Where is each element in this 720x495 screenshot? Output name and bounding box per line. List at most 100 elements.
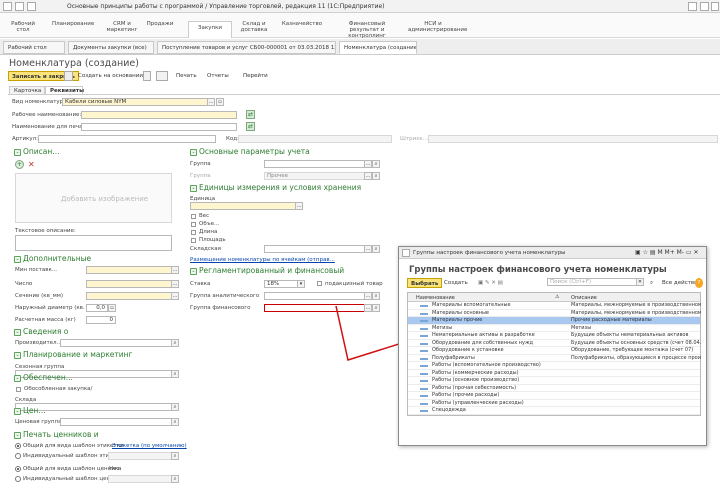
- minimize-icon[interactable]: [688, 2, 697, 11]
- table-row[interactable]: Метизы Метизы: [408, 325, 700, 332]
- attach-icon[interactable]: [156, 71, 168, 81]
- cells-link[interactable]: Размещение номенклатуры по ячейкам (отпр…: [190, 257, 335, 263]
- section-purchases[interactable]: Закупки: [188, 21, 232, 38]
- price-group-search-icon[interactable]: ⌕: [171, 418, 179, 426]
- table-row[interactable]: Работы (коммерческие расходы): [408, 370, 700, 377]
- back-icon[interactable]: [15, 2, 24, 11]
- table-row[interactable]: Оборудование к установке Оборудование, тр…: [408, 347, 700, 355]
- save-icon[interactable]: [64, 71, 73, 81]
- obesp-group[interactable]: ⌄ Обеспечен...: [14, 373, 73, 382]
- popup-action-icons[interactable]: ▣ ✎ ✕ ▤: [475, 278, 523, 288]
- proizv-search-icon[interactable]: ⌕: [171, 339, 179, 347]
- sklad-search-icon[interactable]: ⌕: [171, 403, 179, 411]
- forward-icon[interactable]: [27, 2, 36, 11]
- col-desc[interactable]: Описание: [571, 295, 597, 301]
- obem-checkbox[interactable]: [191, 222, 196, 227]
- radio-individual-label-template[interactable]: [15, 453, 21, 459]
- table-row[interactable]: Работы (прочая себестоимость): [408, 385, 700, 392]
- work-name-field[interactable]: [81, 111, 237, 119]
- group-field[interactable]: [264, 160, 365, 168]
- radio-common-label-template[interactable]: [15, 443, 21, 449]
- units-group[interactable]: ⌄ Единицы измерения и условия хранения: [190, 183, 361, 192]
- skladskaya-search-icon[interactable]: ⌕: [372, 245, 380, 253]
- svedenia-group[interactable]: ⌄ Сведения о: [14, 327, 68, 336]
- analit-select[interactable]: …: [364, 292, 372, 300]
- tab-purchase-docs[interactable]: Документы закупки (все): [68, 41, 154, 54]
- vid-select[interactable]: …: [207, 98, 215, 106]
- sort-icon[interactable]: ⚠: [555, 294, 559, 300]
- text-desc-field[interactable]: [15, 235, 172, 251]
- group-search-icon[interactable]: ⌕: [372, 160, 380, 168]
- season-search-icon[interactable]: ⌕: [171, 370, 179, 378]
- dlina-checkbox[interactable]: [191, 230, 196, 235]
- fin-field[interactable]: [264, 304, 365, 312]
- unit-field[interactable]: [190, 202, 296, 210]
- label-template-link[interactable]: Этикетка (по умолчанию): [112, 443, 187, 449]
- copy-print-name-button[interactable]: ⇄: [246, 122, 255, 131]
- artikul-field[interactable]: [38, 135, 216, 143]
- create-button[interactable]: Создать: [441, 278, 471, 288]
- reg-group[interactable]: ⌄ Регламентированный и финансовый: [190, 266, 344, 275]
- main-params-group[interactable]: ⌄ Основные параметры учета: [190, 147, 310, 156]
- table-row[interactable]: Материалы основные Материалы, межнормуемы…: [408, 310, 701, 317]
- analit-search-icon[interactable]: ⌕: [372, 292, 380, 300]
- table-row[interactable]: Материалы прочие Прочие расходные материа…: [408, 317, 700, 325]
- skladskaya-field[interactable]: [264, 245, 365, 253]
- table-row[interactable]: Работы (управленческие расходы): [408, 400, 700, 407]
- additional-group[interactable]: ⌄ Дополнительные: [14, 254, 91, 263]
- obosob-checkbox[interactable]: [16, 387, 21, 392]
- remove-image-icon[interactable]: ✕: [28, 160, 35, 169]
- sechenie-field[interactable]: [86, 292, 172, 300]
- unit-select[interactable]: …: [295, 202, 303, 210]
- popup-search-input[interactable]: Поиск (Ctrl+F): [547, 278, 637, 286]
- min-post-field[interactable]: [86, 266, 172, 274]
- stavka-dropdown[interactable]: ▾: [297, 280, 305, 288]
- ceny-group[interactable]: ⌄ Цен...: [14, 406, 46, 415]
- section-sales[interactable]: Продажи: [146, 21, 174, 27]
- table-row[interactable]: Спецодежда: [408, 407, 700, 415]
- copy-name-button[interactable]: ⇄: [246, 110, 255, 119]
- table-row[interactable]: Нематериальные активы в разработке Будущи…: [408, 332, 700, 340]
- diam-field[interactable]: 0,0: [86, 304, 108, 312]
- table-row[interactable]: Оборудование для собственных нужд Будущие…: [408, 340, 701, 347]
- fin-search-icon[interactable]: ⌕: [372, 304, 380, 312]
- radio-individual-price-template[interactable]: [15, 476, 21, 482]
- create-based-button[interactable]: Создать на основании: [75, 71, 146, 81]
- col-name[interactable]: Наименование: [416, 295, 455, 301]
- min-post-select[interactable]: …: [171, 266, 179, 274]
- section-nsi[interactable]: НСИ и администрирование: [408, 21, 467, 33]
- print-name-field[interactable]: [81, 123, 237, 131]
- section-planning[interactable]: Планирование: [52, 21, 94, 27]
- reports-button[interactable]: Отчеты: [204, 71, 232, 81]
- ves-checkbox[interactable]: [191, 214, 196, 219]
- popup-search-clear-icon[interactable]: ✕: [636, 278, 644, 286]
- group-select[interactable]: …: [364, 160, 372, 168]
- select-button[interactable]: Выбрать: [407, 278, 443, 288]
- table-row[interactable]: Работы (основное производство): [408, 377, 700, 385]
- ploshad-checkbox[interactable]: [191, 238, 196, 243]
- vid-field[interactable]: Кабели силовые NYM: [62, 98, 208, 106]
- print-labels-group[interactable]: ⌄ Печать ценников и: [14, 430, 99, 439]
- table-row[interactable]: Работы (прочие расходы): [408, 392, 700, 400]
- tab-receipt-doc[interactable]: Поступление товаров и услуг СБ00-000001 …: [157, 41, 336, 54]
- diam-calc[interactable]: ▫: [108, 304, 116, 312]
- chislo-field[interactable]: [86, 280, 172, 288]
- tab-nomenclature-create[interactable]: Номенклатура (создание): [339, 41, 417, 54]
- description-group[interactable]: ⌄ Описан...: [14, 147, 59, 156]
- mass-field[interactable]: 0: [86, 316, 116, 324]
- structure-icon[interactable]: [143, 71, 151, 81]
- section-crm[interactable]: CRM и маркетинг: [104, 21, 140, 33]
- section-finance[interactable]: Финансовый результат и контроллинг: [336, 21, 398, 39]
- sechenie-select[interactable]: …: [171, 292, 179, 300]
- table-row[interactable]: Материалы вспомогательные Материалы, межн…: [408, 302, 701, 310]
- radio-common-price-template[interactable]: [15, 466, 21, 472]
- table-row[interactable]: Полуфабрикаты Полуфабрикаты, образующиеся…: [408, 355, 701, 362]
- help-icon[interactable]: ?: [695, 278, 703, 288]
- fin-select[interactable]: …: [364, 304, 372, 312]
- table-row[interactable]: Работы (вспомогательное производство): [408, 362, 700, 370]
- goto-button[interactable]: Перейти: [240, 71, 271, 81]
- section-desktop[interactable]: Рабочий стол: [6, 21, 40, 33]
- analit-field[interactable]: [264, 292, 365, 300]
- add-image-icon[interactable]: +: [15, 160, 24, 169]
- plan-group[interactable]: ⌄ Планирование и маркетинг: [14, 350, 132, 359]
